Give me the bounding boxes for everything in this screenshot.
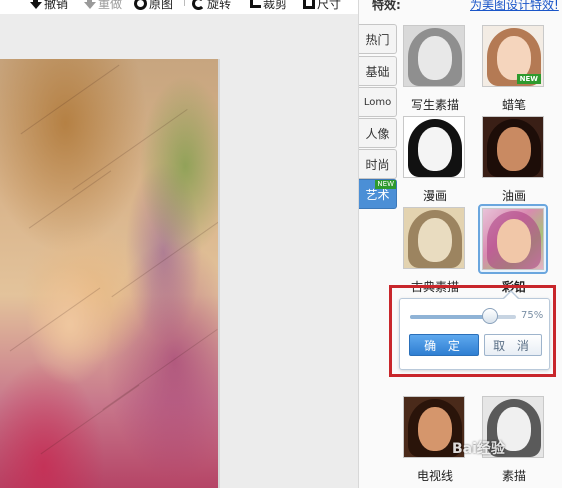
redo-icon bbox=[84, 0, 96, 9]
crop-button[interactable]: 裁剪 bbox=[249, 0, 288, 11]
tab-hot-label: 热门 bbox=[365, 32, 390, 47]
tab-art[interactable]: 艺术 NEW bbox=[359, 179, 397, 209]
annotation-highlight bbox=[389, 285, 556, 377]
undo-icon bbox=[30, 0, 42, 9]
effect-classic-sketch-thumb[interactable] bbox=[403, 207, 465, 269]
tab-portrait[interactable]: 人像 bbox=[359, 118, 397, 148]
photo-edge bbox=[218, 59, 220, 488]
rotate-label: 旋转 bbox=[207, 0, 232, 11]
redo-label: 重做 bbox=[98, 0, 123, 11]
effect-sketch-label: 写生素描 bbox=[410, 98, 459, 112]
original-button[interactable]: 原图 bbox=[134, 0, 174, 11]
tab-fashion[interactable]: 时尚 bbox=[359, 149, 397, 179]
undo-button[interactable]: 撤销 bbox=[30, 0, 69, 11]
effect-color-pencil-thumb[interactable] bbox=[482, 208, 544, 270]
tab-hot[interactable]: 热门 bbox=[359, 24, 397, 54]
resize-label: 尺寸 bbox=[317, 0, 342, 11]
effect-comic-thumb[interactable] bbox=[403, 116, 465, 178]
toolbar: 撤销 重做 原图 旋转 裁剪 尺寸 bbox=[0, 0, 358, 14]
effect-pencil-sketch-label: 素描 bbox=[501, 469, 526, 483]
original-label: 原图 bbox=[149, 0, 174, 11]
new-badge: NEW bbox=[375, 180, 396, 189]
tab-basic-label: 基础 bbox=[365, 64, 390, 79]
image-canvas[interactable] bbox=[0, 14, 358, 488]
crop-icon bbox=[249, 0, 261, 9]
tab-basic[interactable]: 基础 bbox=[359, 56, 397, 86]
tab-lomo[interactable]: Lomo bbox=[359, 87, 397, 117]
panel-title: 特效: bbox=[372, 0, 401, 12]
resize-icon bbox=[303, 0, 315, 9]
redo-button[interactable]: 重做 bbox=[84, 0, 123, 11]
effect-tv-lines-label: 电视线 bbox=[416, 469, 453, 483]
effect-oil-label: 油画 bbox=[501, 189, 526, 203]
tab-fashion-label: 时尚 bbox=[365, 157, 390, 172]
crop-label: 裁剪 bbox=[263, 0, 288, 11]
tab-lomo-label: Lomo bbox=[363, 96, 392, 108]
effect-crayon-thumb[interactable]: NEW bbox=[482, 25, 544, 87]
edited-photo bbox=[0, 59, 219, 488]
resize-button[interactable]: 尺寸 bbox=[303, 0, 342, 11]
effect-crayon-label: 蜡笔 bbox=[501, 98, 526, 112]
rotate-button[interactable]: 旋转 bbox=[192, 0, 232, 11]
undo-label: 撤销 bbox=[44, 0, 69, 11]
new-badge: NEW bbox=[516, 74, 541, 84]
effect-oil-thumb[interactable] bbox=[482, 116, 544, 178]
effect-sketch-thumb[interactable] bbox=[403, 25, 465, 87]
toolbar-divider bbox=[184, 0, 185, 6]
design-effects-link[interactable]: 为美图设计特效! bbox=[470, 0, 559, 13]
original-icon bbox=[134, 0, 147, 10]
rotate-icon bbox=[192, 0, 205, 10]
effect-comic-label: 漫画 bbox=[422, 189, 447, 203]
watermark: Bai经验 bbox=[452, 441, 505, 457]
tab-portrait-label: 人像 bbox=[365, 126, 390, 141]
